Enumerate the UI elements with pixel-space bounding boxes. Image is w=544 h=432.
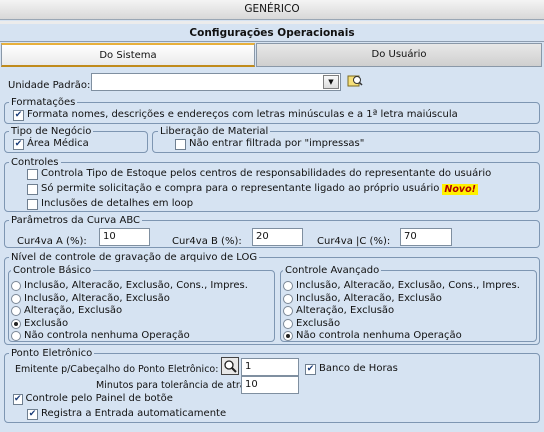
- banco-horas-label: Banco de Horas: [319, 363, 398, 374]
- radio-button[interactable]: [11, 318, 21, 329]
- controles-checkbox[interactable]: [27, 183, 38, 195]
- radio-label: Exclusão: [296, 317, 341, 329]
- radio-button[interactable]: [283, 331, 293, 342]
- radio-label: Inclusão, Alteracão, Exclusão: [24, 292, 170, 304]
- controles-item[interactable]: Controla Tipo de Estoque pelos centros d…: [27, 168, 491, 180]
- emitente-label: Emitente p/Cabeçalho do Ponto Eletrônico…: [15, 364, 219, 375]
- radio-button[interactable]: [11, 293, 21, 304]
- liberacao-option[interactable]: Não entrar filtrada por "impressas": [175, 138, 364, 150]
- controles-item[interactable]: Só permite solicitação e compra para o r…: [27, 183, 478, 195]
- tab-do-usuario[interactable]: Do Usuário: [256, 43, 542, 67]
- controles-item[interactable]: Inclusões de detalhes em loop: [27, 198, 193, 210]
- controles-item-label: Só permite solicitação e compra para o r…: [41, 183, 440, 194]
- formatacoes-option[interactable]: ✔ Formata nomes, descrições e endereços …: [13, 109, 458, 121]
- section-title: Configurações Operacionais: [0, 24, 544, 42]
- lookup-icon[interactable]: [347, 73, 363, 89]
- radio-button[interactable]: [11, 281, 21, 292]
- registra-option[interactable]: ✔ Registra a Entrada automaticamente: [27, 408, 226, 420]
- painel-checkbox[interactable]: ✔: [13, 393, 23, 405]
- radio-option[interactable]: Não controla nenhuma Operação: [11, 330, 248, 343]
- unidade-select[interactable]: ▼: [91, 73, 341, 91]
- radio-option[interactable]: Inclusão, Alteracão, Exclusão: [283, 293, 520, 306]
- area-medica-label: Área Médica: [27, 138, 89, 149]
- registra-checkbox[interactable]: ✔: [27, 408, 38, 420]
- formatacoes-label: Formata nomes, descrições e endereços co…: [27, 109, 458, 120]
- radio-label: Inclusão, Alteracão, Exclusão, Cons., Im…: [24, 280, 248, 292]
- unidade-label: Unidade Padrão:: [8, 80, 91, 91]
- radio-label: Não controla nenhuma Operação: [24, 330, 190, 342]
- radio-button[interactable]: [283, 318, 293, 329]
- formatacoes-title: Formatações: [9, 97, 78, 108]
- curva-a-input[interactable]: 10: [99, 228, 150, 246]
- area-medica-option[interactable]: ✔ Área Médica: [13, 138, 89, 150]
- area-medica-checkbox[interactable]: ✔: [13, 138, 24, 150]
- controles-item-label: Inclusões de detalhes em loop: [41, 198, 194, 209]
- formatacoes-checkbox[interactable]: ✔: [13, 109, 24, 121]
- ponto-title: Ponto Eletrônico: [9, 348, 95, 359]
- radio-option[interactable]: Alteração, Exclusão: [283, 305, 520, 318]
- chevron-down-icon[interactable]: ▼: [323, 75, 339, 89]
- window-title: GENÉRICO: [0, 0, 544, 20]
- radio-label: Alteração, Exclusão: [296, 305, 395, 317]
- painel-option[interactable]: ✔ Controle pelo Painel de botões: [13, 393, 173, 405]
- radio-label: Alteração, Exclusão: [24, 305, 123, 317]
- radio-option[interactable]: Não controla nenhuma Operação: [283, 330, 520, 343]
- liberacao-title: Liberação de Material: [158, 126, 271, 137]
- curva-title: Parâmetros da Curva ABC: [9, 215, 142, 226]
- novo-badge: Novo!: [442, 183, 478, 195]
- tolerancia-label: Minutos para tolerância de atraso:: [96, 380, 260, 391]
- curva-b-input[interactable]: 20: [252, 228, 303, 246]
- radio-option[interactable]: Inclusão, Alteracão, Exclusão: [11, 293, 248, 306]
- radio-button[interactable]: [283, 281, 293, 292]
- search-lookup-icon[interactable]: [221, 357, 239, 375]
- radio-option[interactable]: Exclusão: [283, 318, 520, 331]
- tolerancia-input[interactable]: 10: [241, 376, 299, 394]
- curva-c-input[interactable]: 70: [400, 228, 452, 246]
- radio-label: Inclusão, Alteracão, Exclusão, Cons., Im…: [296, 280, 520, 292]
- radio-button[interactable]: [283, 306, 293, 317]
- banco-horas-checkbox[interactable]: ✔: [305, 363, 316, 375]
- controle-avancado-title: Controle Avançado: [283, 265, 382, 276]
- controles-title: Controles: [9, 157, 61, 168]
- controles-checkbox[interactable]: [27, 198, 38, 210]
- radio-label: Inclusão, Alteracão, Exclusão: [296, 292, 442, 304]
- tipo-negocio-title: Tipo de Negócio: [9, 126, 94, 137]
- radio-option[interactable]: Alteração, Exclusão: [11, 305, 248, 318]
- emitente-input[interactable]: 1: [241, 358, 299, 376]
- painel-label: Controle pelo Painel de botões: [25, 393, 173, 404]
- radio-option[interactable]: Inclusão, Alteracão, Exclusão, Cons., Im…: [11, 280, 248, 293]
- radio-label: Não controla nenhuma Operação: [296, 330, 462, 342]
- curva-a-label: Cur4va A (%):: [17, 236, 87, 247]
- controle-basico-title: Controle Básico: [11, 265, 94, 276]
- curva-c-label: Cur4va |C (%):: [317, 236, 391, 247]
- log-title: Nível de controle de gravação de arquivo…: [9, 252, 260, 263]
- radio-option[interactable]: Inclusão, Alteracão, Exclusão, Cons., Im…: [283, 280, 520, 293]
- radio-button[interactable]: [11, 331, 21, 342]
- controle-basico-options: Inclusão, Alteracão, Exclusão, Cons., Im…: [11, 280, 248, 343]
- radio-button[interactable]: [11, 306, 21, 317]
- controles-item-label: Controla Tipo de Estoque pelos centros d…: [41, 168, 492, 179]
- liberacao-label: Não entrar filtrada por "impressas": [189, 138, 365, 149]
- controle-avancado-options: Inclusão, Alteracão, Exclusão, Cons., Im…: [283, 280, 520, 343]
- radio-label: Exclusão: [24, 317, 69, 329]
- banco-horas-option[interactable]: ✔ Banco de Horas: [305, 363, 398, 375]
- radio-button[interactable]: [283, 293, 293, 304]
- tab-do-sistema[interactable]: Do Sistema: [1, 43, 255, 67]
- controles-checkbox[interactable]: [27, 168, 38, 180]
- liberacao-checkbox[interactable]: [175, 138, 186, 150]
- curva-b-label: Cur4va B (%):: [172, 236, 242, 247]
- radio-option[interactable]: Exclusão: [11, 318, 248, 331]
- registra-label: Registra a Entrada automaticamente: [41, 408, 227, 419]
